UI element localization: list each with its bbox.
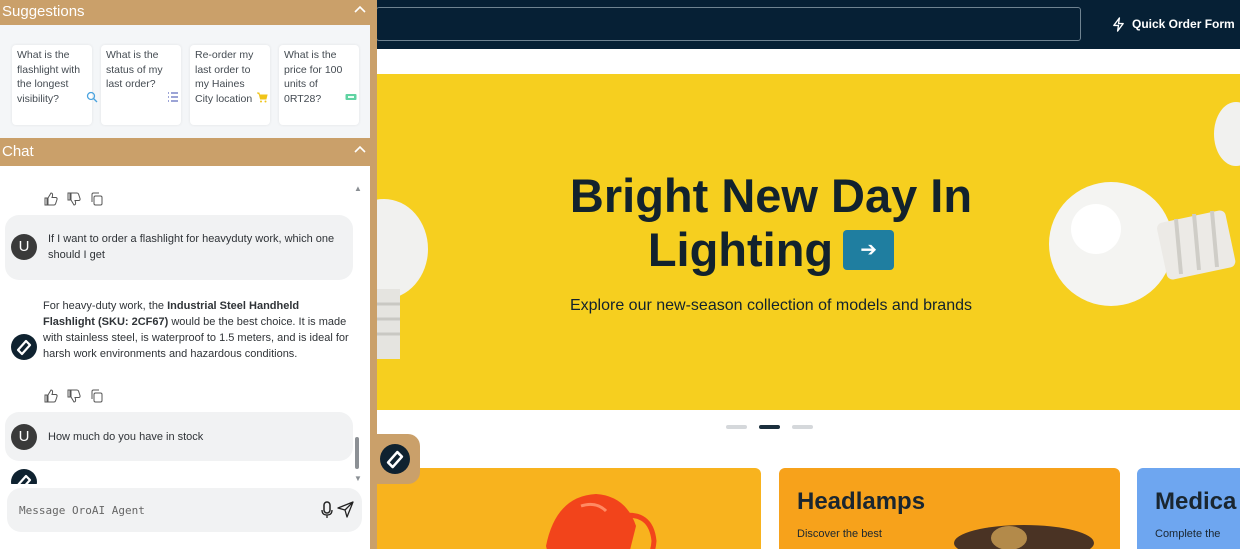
headlamp-product-image <box>954 525 1094 549</box>
message-feedback-bar <box>44 192 104 206</box>
hero-banner: Bright New Day In Lighting ➔ Explore our … <box>376 74 1240 410</box>
carousel-dot-1[interactable] <box>726 425 747 429</box>
chat-header[interactable]: Chat <box>0 140 370 165</box>
message-composer <box>7 488 362 532</box>
suggestion-text: What is the flashlight with the longest … <box>17 49 81 106</box>
hero-title-line-2: Lighting <box>647 223 834 276</box>
lightning-icon <box>1113 16 1124 32</box>
hero-title: Bright New Day In Lighting ➔ <box>376 169 1166 277</box>
copy-icon[interactable] <box>90 389 104 403</box>
bot-message-text: For heavy-duty work, the Industrial Stee… <box>43 298 353 362</box>
ai-assistant-toggle[interactable] <box>370 434 420 484</box>
suggestions-header[interactable]: Suggestions <box>0 0 370 25</box>
suggestions-list: What is the flashlight with the longest … <box>0 25 370 138</box>
chat-scrollbar-thumb[interactable] <box>355 437 359 469</box>
message-feedback-bar <box>44 389 104 403</box>
thumbs-up-icon[interactable] <box>44 389 58 403</box>
category-card-flashlights[interactable] <box>376 468 761 549</box>
chat-title: Chat <box>2 143 34 160</box>
microphone-icon[interactable] <box>320 501 334 519</box>
carousel-indicators <box>726 425 813 429</box>
price-tag-icon <box>345 94 357 100</box>
suggestions-title: Suggestions <box>2 3 85 20</box>
user-avatar: U <box>11 234 37 260</box>
hero-arrow-button[interactable]: ➔ <box>843 229 895 270</box>
hero-title-line-1: Bright New Day In <box>569 169 973 222</box>
flashlight-product-image <box>546 494 657 549</box>
suggestion-text: Re-order my last order to my Haines City… <box>195 49 254 106</box>
quick-order-form-button[interactable]: Quick Order Form <box>1111 14 1235 34</box>
card-text-headlamps: Discover the best <box>797 528 882 540</box>
category-card-headlamps[interactable]: Headlamps Discover the best <box>779 468 1120 549</box>
thumbs-down-icon[interactable] <box>67 389 81 403</box>
thumbs-down-icon[interactable] <box>67 192 81 206</box>
list-icon <box>168 92 178 102</box>
category-card-medical[interactable]: Medica Complete the <box>1137 468 1240 549</box>
quick-order-form-label: Quick Order Form <box>1132 17 1235 31</box>
card-title-headlamps: Headlamps <box>797 488 926 515</box>
card-text-medical: Complete the <box>1155 528 1221 540</box>
suggestion-card[interactable]: What is the flashlight with the longest … <box>12 45 98 125</box>
suggestion-card[interactable]: Re-order my last order to my Haines City… <box>190 45 270 125</box>
send-icon[interactable] <box>337 501 354 518</box>
carousel-dot-3[interactable] <box>792 425 813 429</box>
card-title-medical: Medica <box>1155 488 1237 515</box>
copy-icon[interactable] <box>90 192 104 206</box>
bot-message-prefix: For heavy-duty work, the <box>43 300 168 312</box>
user-avatar: U <box>11 424 37 450</box>
suggestion-card[interactable]: What is the status of my last order? <box>101 45 181 125</box>
chat-messages: U If I want to order a flashlight for he… <box>0 166 370 549</box>
thumbs-up-icon[interactable] <box>44 192 58 206</box>
light-bulb-image-top <box>1214 102 1240 166</box>
oroai-logo-icon <box>11 334 37 360</box>
chevron-up-icon[interactable] <box>352 142 368 158</box>
cart-icon <box>257 92 268 103</box>
chevron-up-icon[interactable] <box>352 2 368 18</box>
user-message-text: If I want to order a flashlight for heav… <box>48 233 335 261</box>
user-message-text: How much do you have in stock <box>48 431 204 443</box>
search-icon <box>86 91 98 103</box>
arrow-right-icon: ➔ <box>860 238 878 261</box>
user-message: U How much do you have in stock <box>5 412 353 461</box>
site-search-input[interactable] <box>376 7 1081 41</box>
message-input[interactable] <box>19 500 299 520</box>
suggestion-text: What is the price for 100 units of 0RT28… <box>284 49 343 106</box>
scroll-up-arrow-icon[interactable]: ▲ <box>354 184 362 193</box>
carousel-dot-2[interactable] <box>759 425 780 429</box>
oroai-logo-icon <box>380 444 410 474</box>
suggestion-card[interactable]: What is the price for 100 units of 0RT28… <box>279 45 359 125</box>
user-message: U If I want to order a flashlight for he… <box>5 215 353 280</box>
ai-assistant-panel: Suggestions What is the flashlight with … <box>0 0 377 549</box>
suggestion-text: What is the status of my last order? <box>106 49 163 91</box>
hero-subtitle: Explore our new-season collection of mod… <box>569 297 972 314</box>
scroll-down-arrow-icon[interactable]: ▼ <box>354 474 362 483</box>
